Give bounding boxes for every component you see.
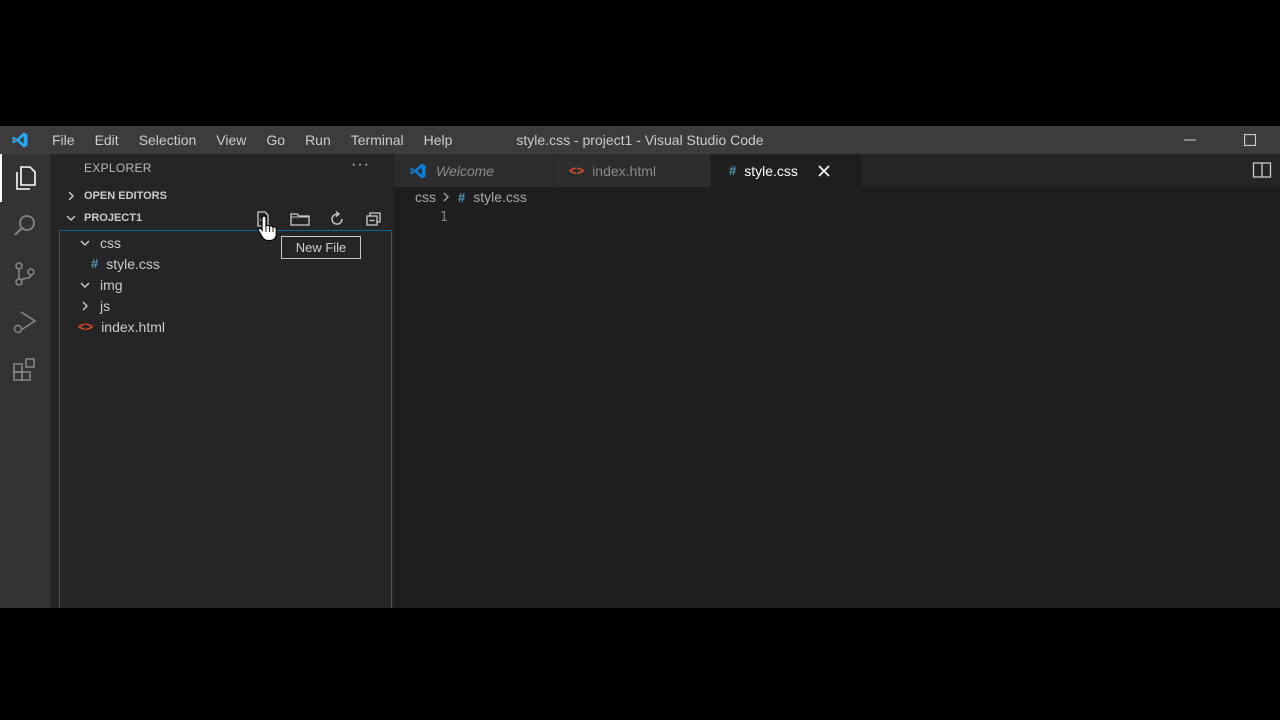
menu-go[interactable]: Go [256, 126, 295, 154]
activity-source-control[interactable] [0, 250, 50, 298]
tree-item-label: style.css [106, 255, 160, 272]
activity-extensions[interactable] [0, 346, 50, 394]
open-editors-label: OPEN EDITORS [84, 190, 167, 202]
menu-view[interactable]: View [206, 126, 256, 154]
menu-run[interactable]: Run [295, 126, 341, 154]
source-control-icon [15, 262, 35, 286]
new-folder-icon [290, 213, 310, 226]
search-icon [14, 215, 35, 236]
window-controls [1160, 126, 1280, 154]
close-icon [818, 164, 830, 177]
vscode-window: File Edit Selection View Go Run Terminal… [0, 126, 1280, 608]
tree-item-label: img [100, 276, 123, 293]
menu-help[interactable]: Help [414, 126, 463, 154]
maximize-button[interactable] [1220, 126, 1280, 154]
tab-style-css[interactable]: # style.css [711, 154, 861, 187]
explorer-sidebar: EXPLORER ··· OPEN EDITORS PROJECT1 css #… [50, 154, 394, 608]
collapse-all-icon [366, 212, 381, 226]
chevron-right-icon [442, 189, 450, 205]
refresh-icon [331, 210, 343, 225]
chevron-down-icon [78, 280, 92, 290]
tab-index-html[interactable]: <> index.html [555, 154, 710, 187]
html-file-icon: <> [78, 319, 94, 334]
css-file-icon: # [729, 163, 737, 178]
vscode-logo-icon [12, 132, 28, 148]
activity-run-debug[interactable] [0, 298, 50, 346]
new-folder-button[interactable] [289, 208, 311, 230]
tree-item-label: js [100, 297, 111, 314]
maximize-icon [1244, 134, 1256, 146]
extensions-icon [13, 358, 35, 381]
hand-cursor-icon [257, 215, 277, 242]
menu-terminal[interactable]: Terminal [341, 126, 414, 154]
explorer-title: EXPLORER [84, 161, 152, 175]
project-label: PROJECT1 [84, 212, 143, 224]
chevron-right-icon [66, 191, 80, 201]
menu-edit[interactable]: Edit [85, 126, 129, 154]
tree-item-index-html[interactable]: <> index.html [60, 316, 409, 337]
css-file-icon: # [91, 256, 99, 271]
line-number: 1 [440, 210, 448, 225]
chevron-down-icon [66, 213, 80, 223]
explorer-icon [16, 166, 36, 190]
editor-tab-bar: Welcome <> index.html # style.css [394, 154, 1280, 187]
activity-explorer[interactable] [0, 154, 50, 202]
tree-item-style-css[interactable]: # style.css [60, 253, 422, 274]
tab-label: Welcome [436, 162, 495, 179]
html-file-icon: <> [569, 163, 585, 178]
breadcrumb: css # style.css [415, 186, 527, 208]
activity-search[interactable] [0, 202, 50, 250]
tree-item-label: index.html [101, 318, 165, 335]
menu-selection[interactable]: Selection [129, 126, 207, 154]
run-debug-icon [13, 311, 37, 334]
tree-item-js-folder[interactable]: js [60, 295, 409, 316]
vscode-icon [408, 162, 428, 180]
breadcrumb-folder[interactable]: css [415, 189, 436, 205]
new-file-tooltip: New File [281, 236, 361, 259]
tree-item-label: css [100, 234, 121, 251]
chevron-right-icon [78, 301, 92, 311]
refresh-button[interactable] [326, 208, 348, 230]
open-editors-section[interactable]: OPEN EDITORS [50, 185, 394, 207]
tree-item-img-folder[interactable]: img [60, 274, 409, 295]
minimize-button[interactable] [1160, 126, 1220, 154]
code-editor[interactable]: 1 [394, 208, 1280, 608]
activity-bar [0, 154, 50, 608]
menu-file[interactable]: File [42, 126, 85, 154]
breadcrumb-file[interactable]: style.css [473, 189, 527, 205]
menu-bar: File Edit Selection View Go Run Terminal… [42, 126, 462, 154]
split-editor-icon[interactable] [1252, 161, 1272, 179]
file-tree: css # style.css img js <> index.html [59, 230, 392, 608]
tab-welcome[interactable]: Welcome [394, 154, 554, 187]
close-tab-button[interactable] [818, 164, 830, 177]
tab-label: style.css [744, 162, 798, 179]
collapse-all-button[interactable] [363, 208, 385, 230]
title-bar: File Edit Selection View Go Run Terminal… [0, 126, 1280, 154]
chevron-down-icon [78, 238, 92, 248]
css-file-icon: # [458, 189, 466, 205]
minimize-icon [1184, 139, 1196, 141]
more-actions-button[interactable]: ··· [351, 156, 370, 174]
tab-label: index.html [592, 162, 656, 179]
